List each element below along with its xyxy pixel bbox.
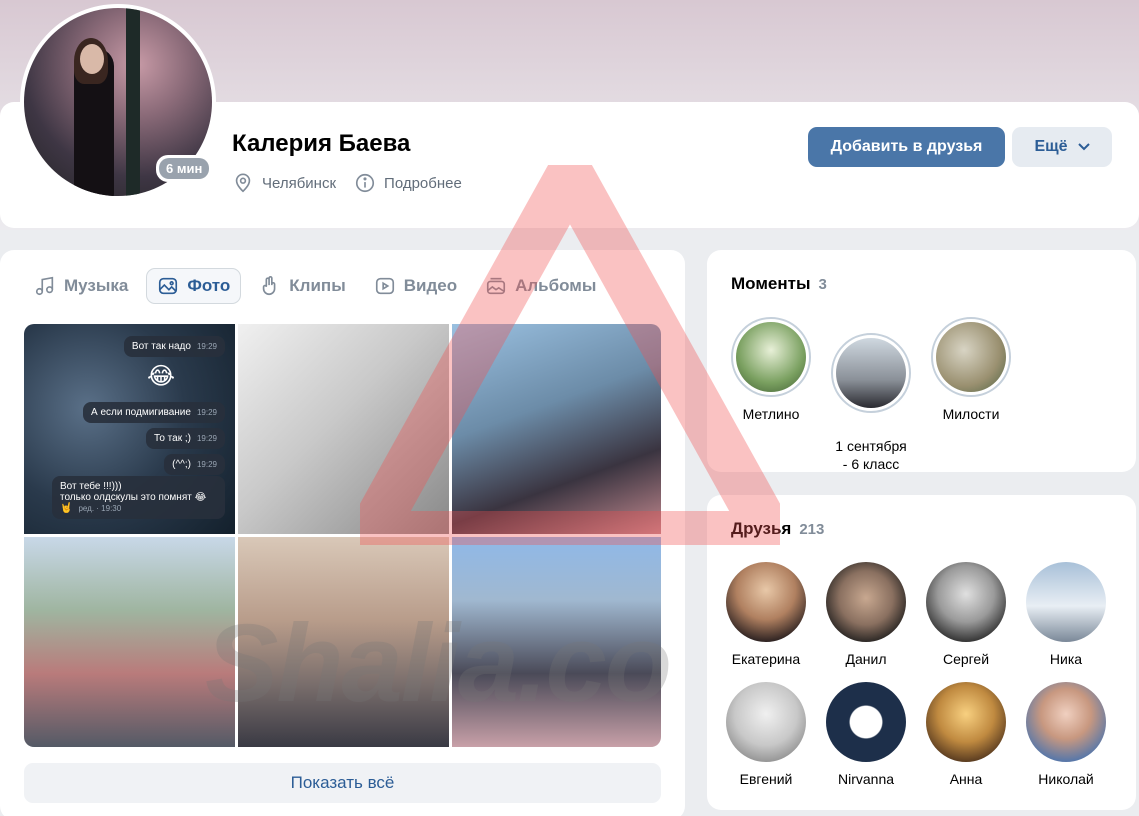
- more-button[interactable]: Ещё: [1012, 127, 1112, 167]
- friend-name: Анна: [949, 771, 983, 787]
- tab-photo[interactable]: Фото: [146, 268, 242, 304]
- tab-video-label: Видео: [403, 276, 458, 295]
- avatar: [826, 682, 906, 762]
- moment-item[interactable]: Метлино: [721, 317, 821, 423]
- photo-icon: [159, 277, 178, 295]
- friend-item[interactable]: Николай: [1016, 682, 1116, 788]
- chat-bubble: То так ;) 19:29: [146, 428, 225, 449]
- tab-music[interactable]: Музыка: [24, 268, 138, 304]
- more-label: Ещё: [1034, 138, 1068, 155]
- avatar: [1026, 682, 1106, 762]
- friends-card: Друзья 213 Екатерина Данил Сергей Ника Е…: [707, 495, 1136, 810]
- media-tabs: Музыка Фото Клипы Видео Альбомы: [24, 268, 606, 304]
- show-all-button[interactable]: Показать всё: [24, 763, 661, 803]
- photo-thumb[interactable]: [452, 324, 661, 534]
- friends-header[interactable]: Друзья 213: [731, 519, 824, 539]
- friend-name: Ника: [1049, 651, 1083, 667]
- city-item: Челябинск: [232, 172, 336, 194]
- friend-name: Сергей: [942, 651, 990, 667]
- video-icon: [375, 277, 394, 295]
- photo-thumb[interactable]: [24, 537, 235, 747]
- online-status-badge: 6 мин: [156, 155, 213, 182]
- moment-item[interactable]: Милости: [921, 317, 1021, 423]
- avatar: [926, 562, 1006, 642]
- avatar: [926, 682, 1006, 762]
- moments-card: Моменты 3 Метлино 1 сентября - 6 класс М…: [707, 250, 1136, 472]
- profile-meta: Челябинск Подробнее: [232, 172, 462, 194]
- online-status-text: 6 мин: [159, 158, 210, 179]
- clips-icon: [263, 276, 276, 295]
- location-pin-icon: [235, 173, 251, 193]
- avatar: [826, 562, 906, 642]
- profile-name: Калерия Баева: [232, 130, 411, 157]
- details-label: Подробнее: [384, 174, 462, 192]
- chat-bubble: Вот так надо 19:29: [123, 336, 225, 357]
- avatar: [726, 682, 806, 762]
- tab-photo-label: Фото: [187, 276, 231, 295]
- photo-thumb[interactable]: Вот так надо 19:29 😂 А если подмигивание 1…: [24, 324, 235, 534]
- chat-bubble: Вот тебе !!!))) только олдскулы это помн…: [52, 476, 225, 519]
- photo-thumb[interactable]: [452, 537, 661, 747]
- city-label: Челябинск: [262, 174, 337, 192]
- info-icon: [355, 173, 375, 193]
- add-friend-button[interactable]: Добавить в друзья: [808, 127, 1005, 167]
- photo-thumb[interactable]: [238, 324, 449, 534]
- details-link[interactable]: Подробнее: [354, 172, 462, 194]
- tab-clips-label: Клипы: [289, 276, 346, 295]
- chevron-down-icon: [1077, 143, 1090, 151]
- chat-emoji: 😂: [146, 363, 175, 390]
- friend-name: Екатерина: [731, 651, 801, 667]
- moment-item[interactable]: 1 сентября - 6 класс: [821, 317, 921, 489]
- media-card: Музыка Фото Клипы Видео Альбомы Вот так …: [0, 250, 685, 816]
- moments-count: 3: [818, 276, 827, 293]
- avatar: [1026, 562, 1106, 642]
- tab-music-label: Музыка: [64, 276, 129, 295]
- moment-label: Метлино: [742, 406, 800, 422]
- friend-name: Nirvanna: [837, 771, 895, 787]
- friend-item[interactable]: Евгений: [716, 682, 816, 788]
- friend-item[interactable]: Анна: [916, 682, 1016, 788]
- friend-name: Данил: [845, 651, 887, 667]
- chat-bubble: (^^;) 19:29: [164, 454, 225, 475]
- photo-thumb[interactable]: [238, 537, 449, 747]
- friend-name: Евгений: [739, 771, 793, 787]
- moment-label: 1 сентября - 6 класс: [835, 438, 907, 472]
- moments-title: Моменты: [731, 274, 811, 293]
- tab-albums[interactable]: Альбомы: [475, 268, 606, 304]
- moments-header[interactable]: Моменты 3: [731, 274, 827, 294]
- friends-count: 213: [799, 521, 825, 538]
- friend-item[interactable]: Екатерина: [716, 562, 816, 668]
- friend-item[interactable]: Nirvanna: [816, 682, 916, 788]
- music-icon: [35, 276, 54, 296]
- chat-bubble: А если подмигивание 19:29: [83, 402, 225, 423]
- friend-item[interactable]: Сергей: [916, 562, 1016, 668]
- friend-item[interactable]: Ника: [1016, 562, 1116, 668]
- moment-label: Милости: [942, 406, 1000, 422]
- friend-item[interactable]: Данил: [816, 562, 916, 668]
- albums-icon: [487, 277, 506, 295]
- tab-video[interactable]: Видео: [364, 268, 467, 304]
- photo-grid: Вот так надо 19:29 😂 А если подмигивание 1…: [24, 324, 661, 747]
- avatar: [726, 562, 806, 642]
- friend-name: Николай: [1038, 771, 1094, 787]
- tab-clips[interactable]: Клипы: [249, 268, 355, 304]
- tab-albums-label: Альбомы: [515, 276, 597, 295]
- friends-title: Друзья: [731, 519, 792, 538]
